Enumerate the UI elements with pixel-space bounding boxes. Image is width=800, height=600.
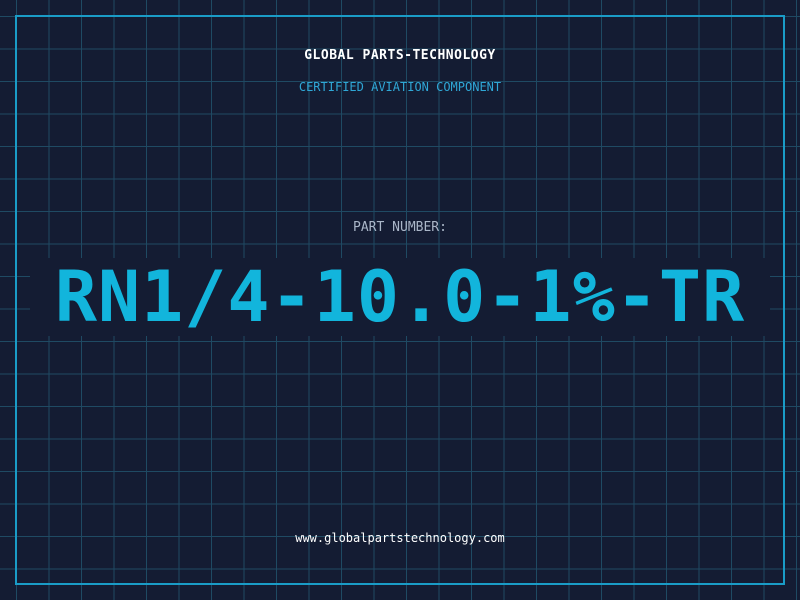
certification-subtitle: CERTIFIED AVIATION COMPONENT <box>298 80 502 94</box>
part-number-label: PART NUMBER: <box>353 220 447 235</box>
company-name: GLOBAL PARTS-TECHNOLOGY <box>304 48 496 63</box>
part-number-value: RN1/4-10.0-1%-TR <box>54 256 746 338</box>
website-url: www.globalpartstechnology.com <box>295 531 505 545</box>
certificate-card: GLOBAL PARTS-TECHNOLOGY CERTIFIED AVIATI… <box>0 0 800 600</box>
